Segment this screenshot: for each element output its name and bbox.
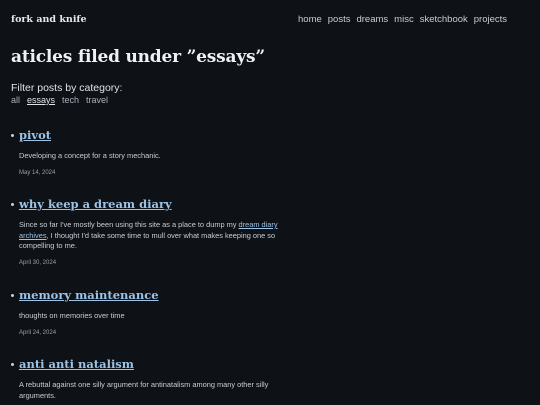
nav-dreams[interactable]: dreams [356, 14, 388, 25]
list-bullet [11, 203, 14, 206]
list-bullet [11, 134, 14, 137]
nav-misc[interactable]: misc [394, 14, 414, 25]
post-title: anti anti natalism [19, 358, 281, 371]
nav-posts[interactable]: posts [328, 14, 351, 25]
post-excerpt: A rebuttal against one silly argument fo… [19, 380, 281, 401]
filter-all[interactable]: all [11, 95, 20, 105]
post-date: April 30, 2024 [19, 259, 57, 266]
post-date: May 14, 2024 [19, 169, 56, 176]
post-excerpt: Developing a concept for a story mechani… [19, 151, 281, 162]
post-excerpt: Since so far I've mostly been using this… [19, 220, 281, 252]
excerpt-text: thoughts on memories over time [19, 311, 125, 320]
post-title: pivot [19, 129, 281, 142]
post-title-link[interactable]: why keep a dream diary [19, 197, 172, 211]
excerpt-text: A rebuttal against one silly argument fo… [19, 380, 269, 400]
filter-tech[interactable]: tech [62, 95, 79, 105]
excerpt-text: , I thought I'd take some time to mull o… [19, 230, 276, 251]
nav-sketchbook[interactable]: sketchbook [420, 14, 468, 25]
list-bullet [11, 363, 14, 366]
post-excerpt: thoughts on memories over time [19, 311, 281, 322]
post-item: pivot Developing a concept for a story m… [11, 129, 281, 176]
post-item: why keep a dream diary Since so far I've… [11, 198, 281, 266]
list-bullet [11, 294, 14, 297]
post-title: memory maintenance [19, 289, 281, 302]
post-title-link[interactable]: pivot [19, 128, 51, 142]
excerpt-text: Developing a concept for a story mechani… [19, 151, 161, 160]
site-brand-link[interactable]: fork and knife [11, 14, 87, 25]
page-title: aticles filed under ”essays” [11, 47, 265, 67]
filter-travel[interactable]: travel [86, 95, 108, 105]
post-title-link[interactable]: memory maintenance [19, 288, 159, 302]
post-title: why keep a dream diary [19, 198, 281, 211]
excerpt-text: Since so far I've mostly been using this… [19, 220, 239, 229]
post-title-link[interactable]: anti anti natalism [19, 357, 134, 371]
post-item: memory maintenance thoughts on memories … [11, 289, 281, 336]
main-nav: home posts dreams misc sketchbook projec… [298, 14, 507, 25]
post-item: anti anti natalism A rebuttal against on… [11, 358, 281, 401]
nav-projects[interactable]: projects [474, 14, 507, 25]
nav-home[interactable]: home [298, 14, 322, 25]
post-date: April 24, 2024 [19, 329, 57, 336]
filter-label: Filter posts by category: [11, 82, 123, 94]
top-navigation-bar: fork and knife home posts dreams misc sk… [0, 0, 540, 40]
category-filter: all essays tech travel [11, 95, 108, 105]
filter-essays[interactable]: essays [27, 95, 55, 105]
